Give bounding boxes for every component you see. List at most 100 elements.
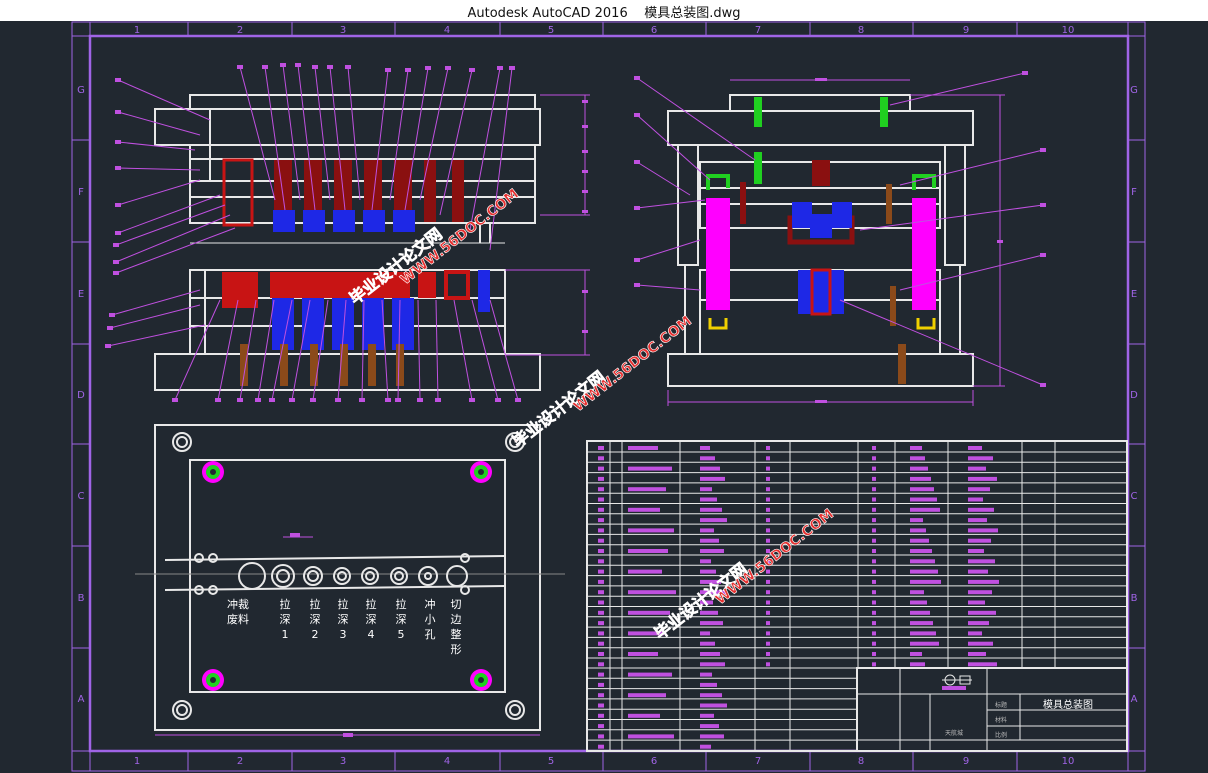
strip-labels: 冲裁废料 拉深 1 拉深 2 拉深 3 拉深 4 拉深 5 冲小孔 切边整形 xyxy=(227,597,462,656)
leader-tag xyxy=(105,344,111,348)
leader-tag xyxy=(395,398,401,402)
leader-tag xyxy=(115,231,121,235)
bom-cell xyxy=(628,713,660,718)
bom-cell xyxy=(872,487,876,492)
leader-line xyxy=(217,299,239,401)
bom-cell xyxy=(910,559,935,564)
leader-tag xyxy=(405,68,411,72)
strip-label-trim: 整 xyxy=(451,627,462,641)
leader-line xyxy=(453,299,473,401)
ruler-col-bottom: 10 xyxy=(1062,756,1075,767)
bom-cell xyxy=(598,487,604,492)
strip-label-draw2: 深 xyxy=(310,613,321,626)
leader-tag xyxy=(634,113,640,117)
strip-label-draw3: 拉 xyxy=(338,597,349,611)
bom-cell xyxy=(910,446,922,450)
cad-drawing: 1 2 3 4 5 6 7 8 9 10 1 2 3 4 5 6 7 8 9 10 G F E D C B A G F E D C B A xyxy=(71,21,1146,772)
bom-cell xyxy=(968,466,986,471)
leader-tag xyxy=(1040,383,1046,387)
bom-cell xyxy=(910,538,929,543)
bom-cell xyxy=(910,466,928,471)
bom-cell xyxy=(628,734,674,739)
bom-cell xyxy=(598,621,604,626)
leader-tag xyxy=(345,65,351,69)
leader-tag xyxy=(172,398,178,402)
bom-cell xyxy=(700,487,712,492)
bom-cell xyxy=(766,652,770,656)
bom-cell xyxy=(910,569,938,574)
bom-cell xyxy=(598,744,604,749)
ruler-row-left: D xyxy=(77,390,85,401)
ruler-col-top: 8 xyxy=(858,25,864,36)
ruler-col-top: 1 xyxy=(134,25,140,36)
bom-cell xyxy=(968,446,982,450)
watermark-url-2: WWW.56DOC.COM xyxy=(571,313,695,415)
leader-line xyxy=(117,79,211,121)
bom-cell xyxy=(598,693,604,698)
bom-cell xyxy=(968,641,993,646)
bom-cell xyxy=(872,652,876,656)
bom-cell xyxy=(598,662,604,667)
bom-cell xyxy=(968,518,987,523)
bom-cell xyxy=(910,528,926,533)
bom-cell xyxy=(872,610,876,615)
bom-cell xyxy=(700,682,717,687)
bom-cell xyxy=(872,662,876,667)
strip-label-draw3: 深 xyxy=(338,613,349,626)
bom-cell xyxy=(598,734,604,739)
side-view-parts xyxy=(706,97,936,384)
window-titlebar: Autodesk AutoCAD 2016 模具总装图.dwg xyxy=(0,0,1208,22)
bom-cell xyxy=(968,528,998,533)
leader-tag xyxy=(497,66,503,70)
leader-tag xyxy=(115,203,121,207)
bom-cell xyxy=(700,559,711,564)
bom-cell xyxy=(910,518,923,523)
leader-tag xyxy=(359,398,365,402)
bom-cell xyxy=(628,528,674,533)
leader-tag xyxy=(310,398,316,402)
leader-tag xyxy=(495,398,501,402)
bom-cell xyxy=(598,538,604,543)
bom-cell xyxy=(872,600,876,605)
bom-table: 模具总装图 标题 材料 比例 天航城 xyxy=(586,440,1128,752)
ruler-col-bottom: 3 xyxy=(340,756,346,767)
ruler-col-bottom: 4 xyxy=(444,756,450,767)
leader-tag xyxy=(1040,203,1046,207)
leader-tag xyxy=(634,283,640,287)
front-view-parts xyxy=(222,158,490,386)
bom-cell xyxy=(598,590,604,595)
leader-tag xyxy=(237,65,243,69)
bom-cell xyxy=(872,631,876,636)
bom-cell xyxy=(628,487,666,492)
strip-label-draw5: 拉 xyxy=(396,597,407,611)
bom-cell xyxy=(598,518,604,523)
bom-cell xyxy=(700,713,714,718)
bom-cell xyxy=(968,538,991,543)
bom-cell xyxy=(598,528,604,533)
leader-tag xyxy=(634,76,640,80)
ruler-col-top: 3 xyxy=(340,25,346,36)
bom-cell xyxy=(628,590,676,595)
bom-cell xyxy=(766,600,770,605)
leader-line xyxy=(636,114,711,181)
bom-cell xyxy=(872,538,876,543)
ruler-col-bottom: 1 xyxy=(134,756,140,767)
label-name: 标题 xyxy=(995,701,1007,709)
leader-tag xyxy=(1040,148,1046,152)
bom-cell xyxy=(968,579,999,584)
ruler-col-top: 10 xyxy=(1062,25,1075,36)
bom-cell xyxy=(910,476,931,481)
leader-tag xyxy=(435,398,441,402)
ruler-col-top: 5 xyxy=(548,25,554,36)
ruler-row-left: B xyxy=(78,593,85,604)
bom-cell xyxy=(910,631,936,636)
leader-tag xyxy=(385,68,391,72)
leader-tag xyxy=(425,66,431,70)
file-name: 模具总装图.dwg xyxy=(644,6,741,21)
bom-cell xyxy=(628,446,658,450)
leader-line xyxy=(417,299,421,401)
drawing-canvas[interactable]: 1 2 3 4 5 6 7 8 9 10 1 2 3 4 5 6 7 8 9 10 G F E D C B A G F E D C B A xyxy=(0,21,1208,773)
bom-cell xyxy=(910,641,939,646)
bom-cell xyxy=(968,652,986,656)
bom-cell xyxy=(700,507,722,512)
